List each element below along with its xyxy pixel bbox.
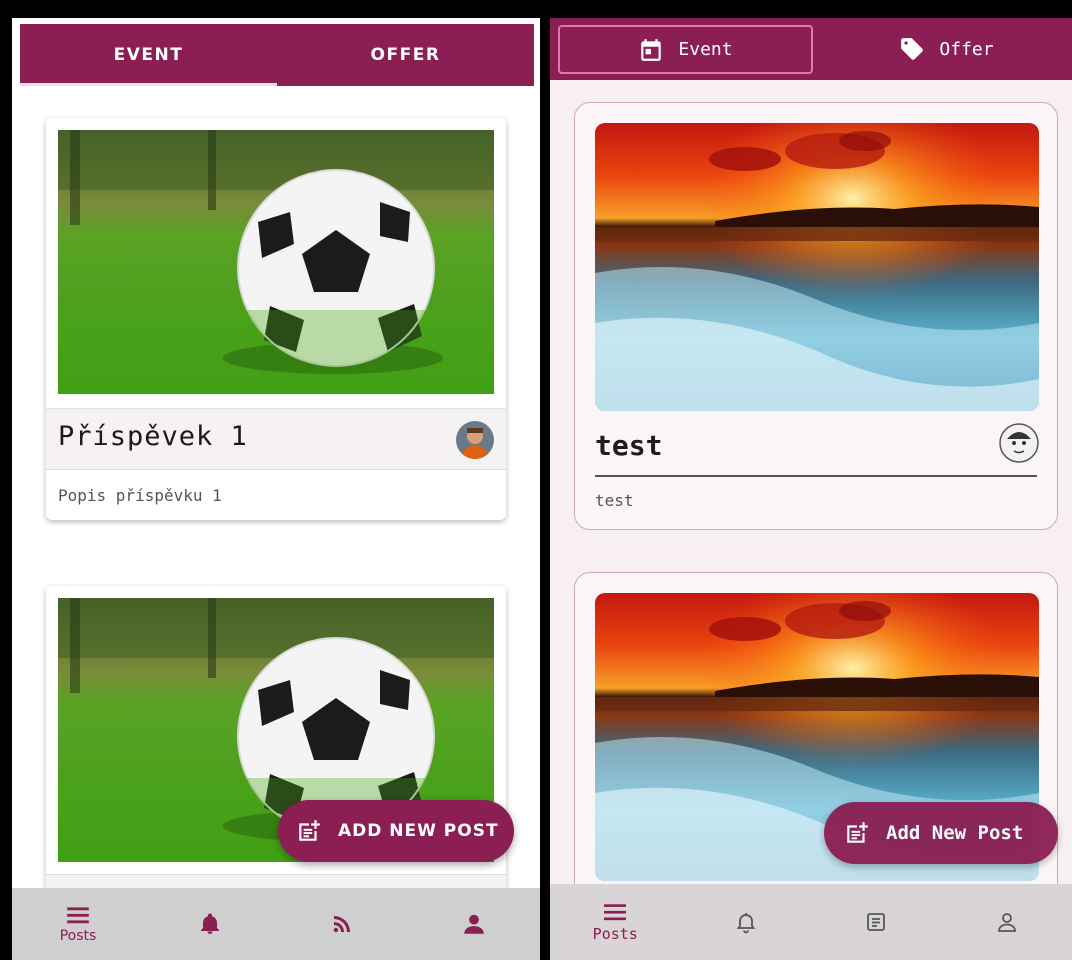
menu-icon	[604, 904, 627, 921]
nav-notifications[interactable]	[681, 884, 812, 960]
fab-label: ADD NEW POST	[338, 821, 499, 841]
add-new-post-button[interactable]: Add New Post	[824, 802, 1058, 864]
nav-notifications[interactable]	[144, 888, 276, 960]
nav-feed[interactable]	[276, 888, 408, 960]
divider	[595, 475, 1037, 477]
post-add-icon	[299, 820, 320, 841]
post-title: Příspěvek 1	[58, 421, 248, 452]
post-image	[58, 130, 494, 394]
post-add-icon	[847, 822, 868, 843]
right-screen: Event Offer test test Add New Post Posts	[550, 18, 1072, 960]
bottom-navigation: Posts	[550, 884, 1072, 960]
nav-posts[interactable]: Posts	[12, 888, 144, 960]
post-header: Příspěvek 1	[46, 408, 506, 470]
calendar-icon	[641, 38, 662, 61]
avatar[interactable]	[456, 421, 494, 459]
bell-icon	[201, 913, 219, 934]
nav-posts[interactable]: Posts	[550, 884, 681, 960]
tab-event[interactable]: EVENT	[20, 24, 277, 86]
tag-icon	[901, 38, 924, 60]
person-outline-icon	[997, 913, 1016, 932]
bell-outline-icon	[736, 913, 756, 934]
post-title: test	[595, 429, 663, 462]
avatar[interactable]	[999, 423, 1039, 463]
nav-articles[interactable]	[811, 884, 942, 960]
tab-offer[interactable]: OFFER	[277, 24, 534, 86]
post-card[interactable]: Příspěvek 1 Popis příspěvku 1	[46, 118, 506, 520]
add-new-post-button[interactable]: ADD NEW POST	[278, 800, 514, 862]
nav-profile[interactable]	[408, 888, 540, 960]
nav-profile[interactable]	[942, 884, 1072, 960]
post-description: Popis příspěvku 1	[58, 486, 222, 505]
nav-label: Posts	[59, 928, 97, 944]
post-card[interactable]: test test	[574, 102, 1058, 530]
fab-label: Add New Post	[886, 822, 1024, 844]
rss-feed-icon	[333, 916, 350, 933]
tab-label: Event	[678, 39, 733, 60]
post-image	[595, 123, 1039, 411]
tab-bar: Event Offer	[550, 18, 1072, 80]
nav-label: Posts	[592, 925, 638, 943]
tab-label: Offer	[939, 38, 994, 60]
menu-icon	[67, 907, 89, 924]
tab-offer[interactable]: Offer	[821, 18, 1072, 80]
left-screen: EVENT OFFER Příspěvek 1 Popis příspěvku …	[12, 18, 540, 960]
person-icon	[464, 914, 484, 934]
tab-bar: EVENT OFFER	[20, 24, 534, 86]
bottom-navigation: Posts	[12, 888, 540, 960]
post-description: test	[595, 491, 634, 510]
article-outline-icon	[867, 913, 886, 931]
post-card[interactable]	[46, 586, 506, 916]
tab-event[interactable]: Event	[558, 25, 813, 74]
